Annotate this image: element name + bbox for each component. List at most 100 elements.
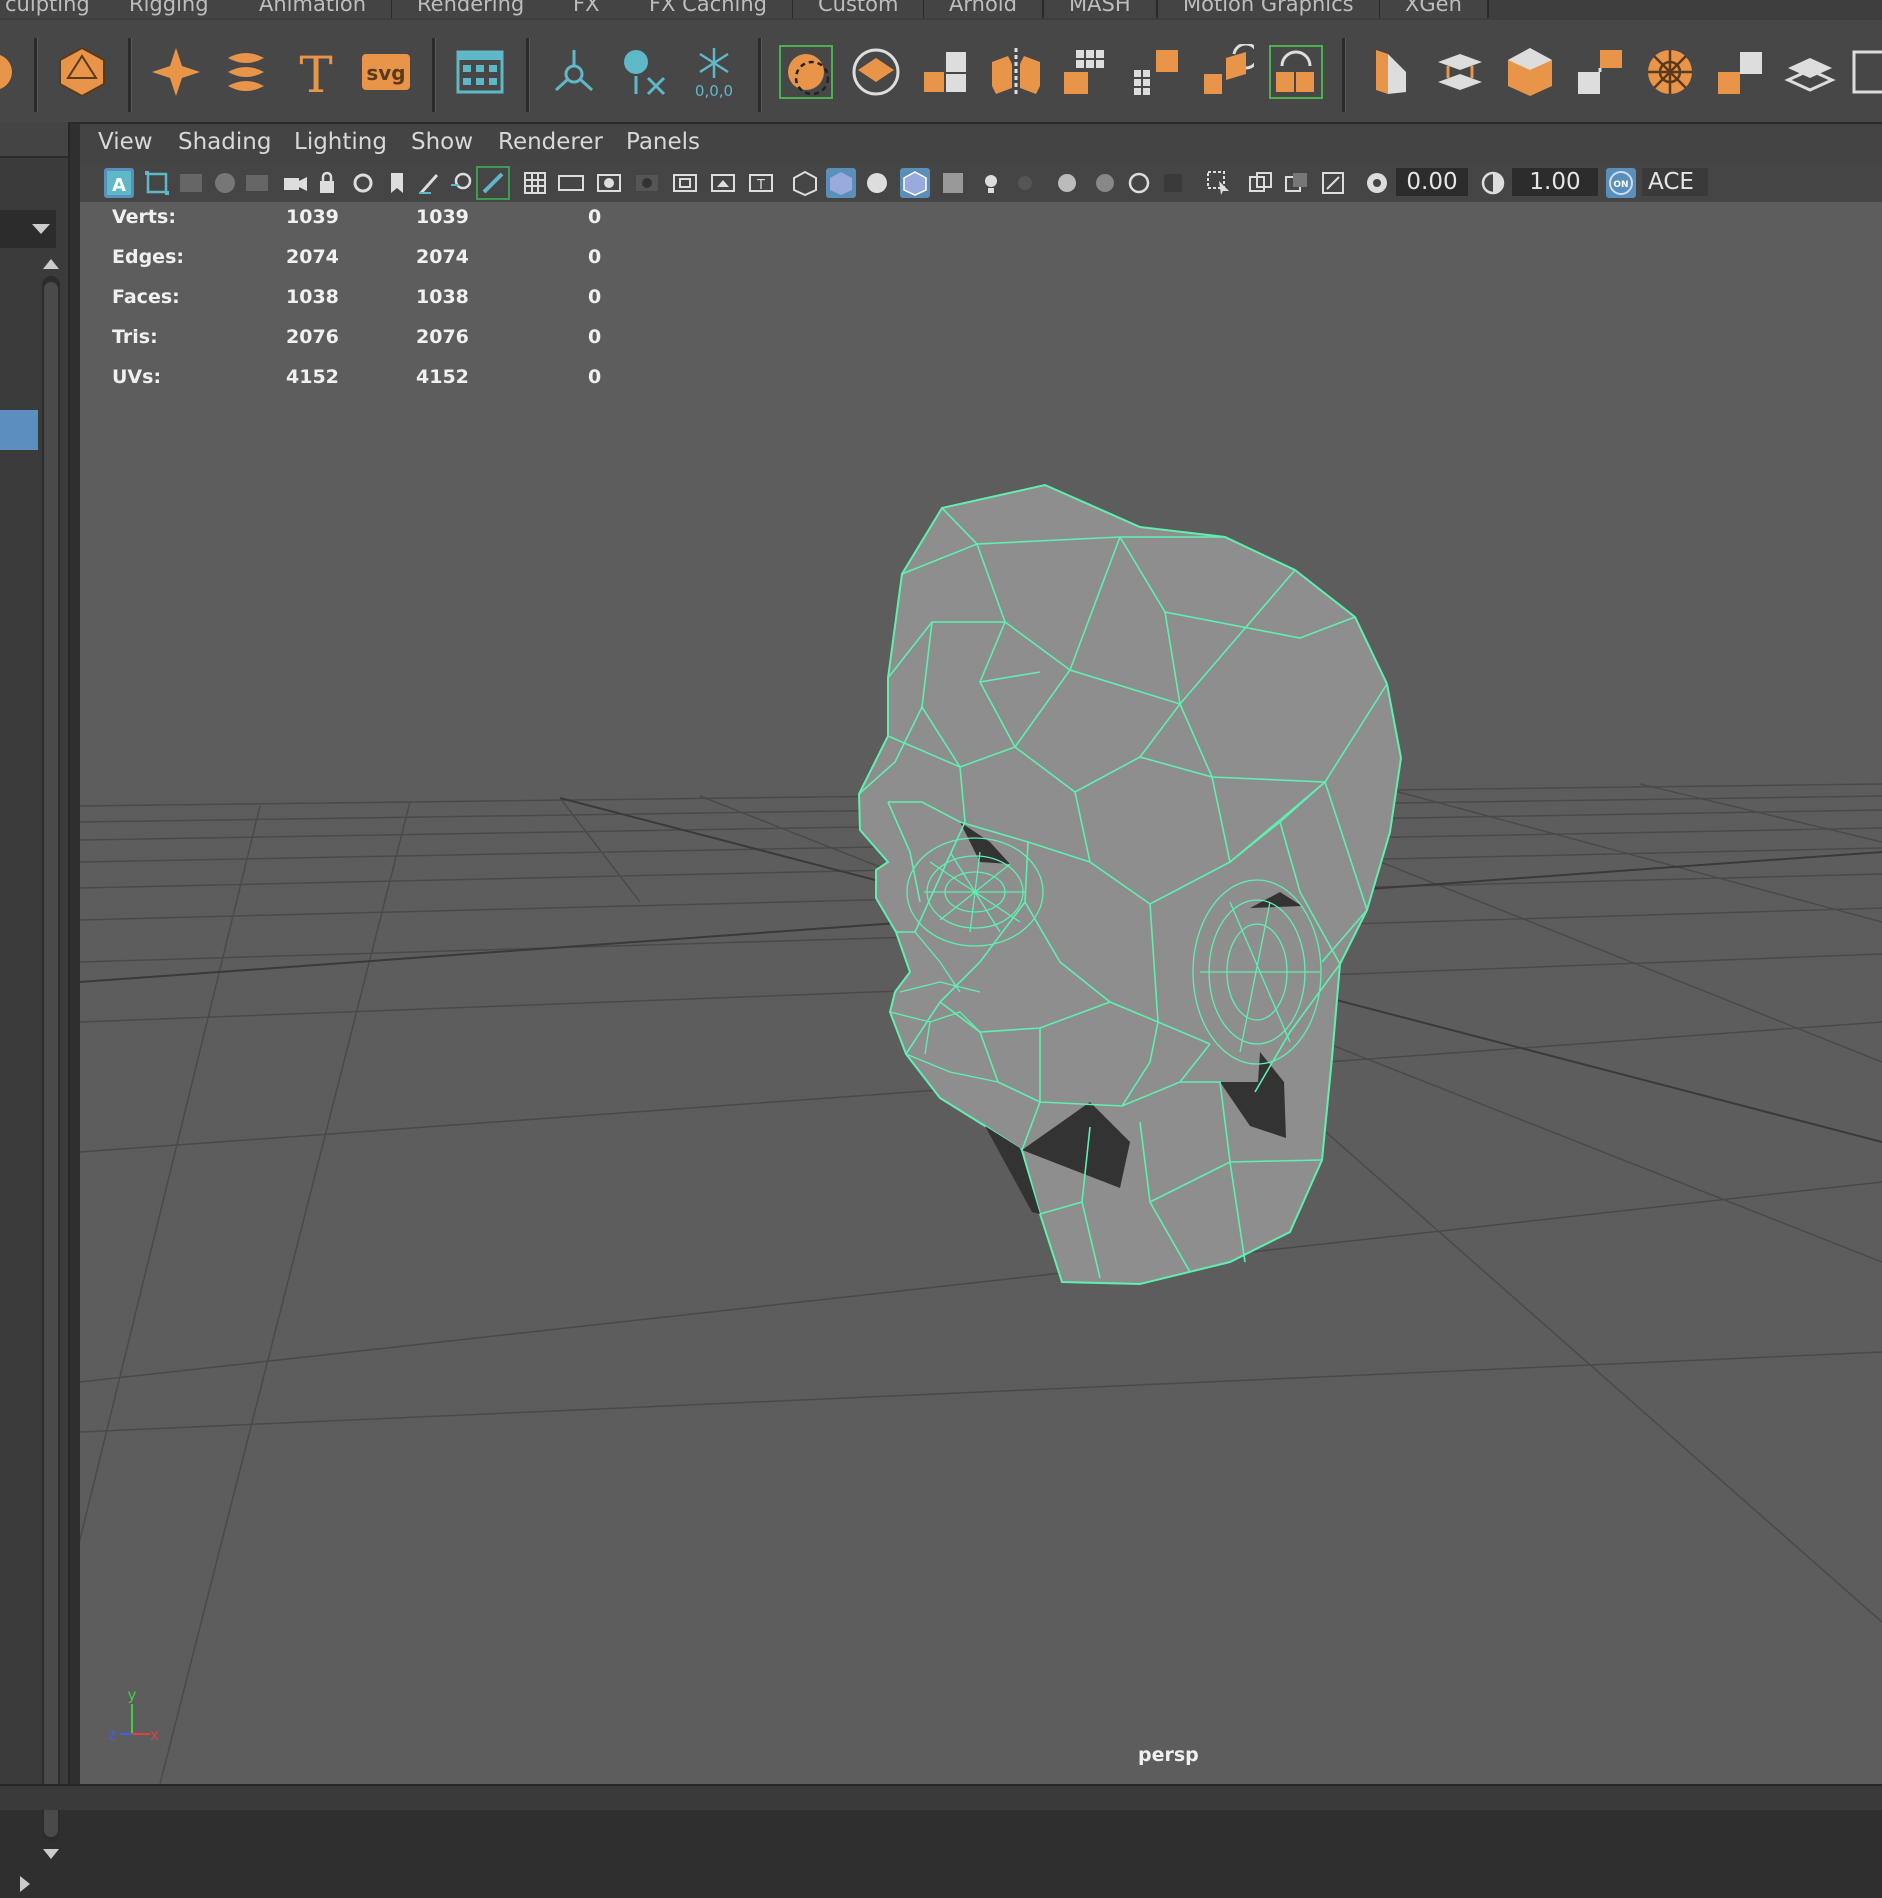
safe-action-icon[interactable] xyxy=(708,168,738,198)
lasso-select-icon[interactable] xyxy=(776,42,836,102)
default-material-icon[interactable] xyxy=(862,168,892,198)
camera-settings-icon[interactable] xyxy=(348,168,378,198)
scroll-down-arrow-icon[interactable] xyxy=(42,1846,60,1865)
grid-icon[interactable] xyxy=(520,168,550,198)
scroll-up-arrow-icon[interactable] xyxy=(42,256,60,275)
quad-draw-icon[interactable] xyxy=(1780,42,1840,102)
shelf-tab-mash[interactable]: MASH xyxy=(1044,0,1158,18)
shadows-icon[interactable] xyxy=(1010,168,1040,198)
uv-editor-icon[interactable] xyxy=(450,42,510,102)
hud-label: Edges: xyxy=(112,246,184,268)
motion-blur-icon[interactable] xyxy=(1088,168,1118,198)
append-polygon-icon[interactable] xyxy=(1570,42,1630,102)
svg-icon[interactable]: svg xyxy=(356,42,416,102)
gamma-icon[interactable] xyxy=(1478,168,1508,198)
outliner-selected-item[interactable] xyxy=(0,410,38,450)
svg-text:A: A xyxy=(112,175,126,196)
tumble-pivot-icon[interactable] xyxy=(446,168,476,198)
xray-icon[interactable] xyxy=(1246,168,1276,198)
menu-view[interactable]: View xyxy=(98,129,153,155)
screen-space-ao-icon[interactable] xyxy=(1052,168,1082,198)
image-plane-icon[interactable] xyxy=(210,168,240,198)
outliner-dropdown[interactable] xyxy=(0,210,56,248)
shelf-tab-rendering[interactable]: Rendering xyxy=(392,0,552,18)
depth-of-field-icon[interactable] xyxy=(1158,168,1188,198)
wireframe-icon[interactable] xyxy=(790,168,820,198)
anti-aliasing-icon[interactable] xyxy=(1124,168,1154,198)
exposure-icon[interactable] xyxy=(1362,168,1392,198)
bevel-icon[interactable] xyxy=(1500,42,1560,102)
hud-value-selection: 2076 xyxy=(416,326,469,348)
menu-renderer[interactable]: Renderer xyxy=(498,129,603,155)
gamma-field[interactable]: 1.00 xyxy=(1512,168,1598,196)
shelf-tab-fx[interactable]: FX xyxy=(548,0,627,18)
hud-label: Tris: xyxy=(112,326,158,348)
camera-icon[interactable] xyxy=(280,168,310,198)
shelf-tab-arnold[interactable]: Arnold xyxy=(924,0,1044,18)
camera-attributes-icon[interactable] xyxy=(142,168,172,198)
outliner-scroll-thumb[interactable] xyxy=(44,282,58,1837)
smooth-shade-icon[interactable] xyxy=(826,168,856,198)
bookmark-flag-icon[interactable] xyxy=(382,168,412,198)
wireframe-on-shaded-icon[interactable] xyxy=(900,168,930,198)
shelf-tab-custom[interactable]: Custom xyxy=(793,0,926,18)
smooth-icon[interactable] xyxy=(1056,42,1116,102)
menu-show[interactable]: Show xyxy=(411,129,473,155)
target-weld-icon[interactable] xyxy=(1710,42,1770,102)
menu-panels[interactable]: Panels xyxy=(626,129,700,155)
pencil-icon[interactable] xyxy=(476,166,510,200)
xray-joints-icon[interactable] xyxy=(1282,168,1312,198)
extract-icon[interactable] xyxy=(1196,42,1256,102)
menu-shading[interactable]: Shading xyxy=(178,129,271,155)
combine-icon[interactable] xyxy=(916,42,976,102)
pivot-icon[interactable] xyxy=(544,42,604,102)
use-all-lights-icon[interactable] xyxy=(976,168,1006,198)
shelf-tab-animation[interactable]: Animation xyxy=(234,0,394,18)
lock-camera-icon[interactable] xyxy=(314,168,344,198)
shelf-tab-sculpting[interactable]: culpting xyxy=(0,0,117,18)
textured-icon[interactable] xyxy=(938,168,968,198)
menu-lighting[interactable]: Lighting xyxy=(294,129,387,155)
expand-right-arrow-icon[interactable] xyxy=(18,1874,32,1898)
separate-icon[interactable] xyxy=(1266,42,1326,102)
color-space-dropdown[interactable]: ACE xyxy=(1642,168,1708,196)
select-camera-icon[interactable]: A xyxy=(104,168,134,198)
freeze-transform-icon[interactable]: 0,0,0 xyxy=(684,42,744,102)
gate-mask-icon[interactable] xyxy=(632,168,662,198)
make-live-icon[interactable] xyxy=(846,42,906,102)
polygon-shape-icon[interactable] xyxy=(0,42,24,102)
2d-pan-zoom-icon[interactable] xyxy=(242,168,272,198)
shelf-tab-xgen[interactable]: XGen xyxy=(1380,0,1489,18)
head-mesh[interactable] xyxy=(857,483,1403,1286)
bridge-icon[interactable] xyxy=(1430,42,1490,102)
multi-cut-icon[interactable] xyxy=(1640,42,1700,102)
resolution-gate-icon[interactable] xyxy=(594,168,624,198)
field-chart-icon[interactable] xyxy=(670,168,700,198)
super-shape-icon[interactable] xyxy=(146,42,206,102)
shelf-tab-fx-caching[interactable]: FX Caching xyxy=(624,0,795,18)
safe-title-icon[interactable]: T xyxy=(746,168,776,198)
edge-flow-icon[interactable] xyxy=(1846,42,1882,102)
platonic-solid-icon[interactable] xyxy=(52,42,112,102)
hud-value-components: 0 xyxy=(588,286,602,308)
viewport-3d[interactable]: Verts: 1039 1039 0 Edges: 2074 2074 0 Fa… xyxy=(80,202,1882,1784)
extrude-icon[interactable] xyxy=(1360,42,1420,102)
isolate-select-icon[interactable] xyxy=(1204,168,1234,198)
outliner-panel xyxy=(0,122,70,1892)
type-text-icon[interactable]: T xyxy=(286,42,346,102)
outliner-header xyxy=(0,122,68,158)
sweep-mesh-icon[interactable] xyxy=(216,42,276,102)
shelf-separator xyxy=(128,38,132,112)
grease-pencil-icon[interactable] xyxy=(414,168,444,198)
mirror-icon[interactable] xyxy=(986,42,1046,102)
reduce-icon[interactable] xyxy=(1126,42,1186,102)
delete-history-icon[interactable] xyxy=(614,42,674,102)
exposure-field[interactable]: 0.00 xyxy=(1396,168,1468,196)
color-management-toggle[interactable]: ON xyxy=(1606,168,1636,198)
shelf-tab-motion-graphics[interactable]: Motion Graphics xyxy=(1158,0,1381,18)
hud-value-components: 0 xyxy=(588,206,602,228)
xray-components-icon[interactable] xyxy=(1318,168,1348,198)
bookmark-icon[interactable] xyxy=(176,168,206,198)
shelf-tab-rigging[interactable]: Rigging xyxy=(104,0,236,18)
film-gate-icon[interactable] xyxy=(556,168,586,198)
